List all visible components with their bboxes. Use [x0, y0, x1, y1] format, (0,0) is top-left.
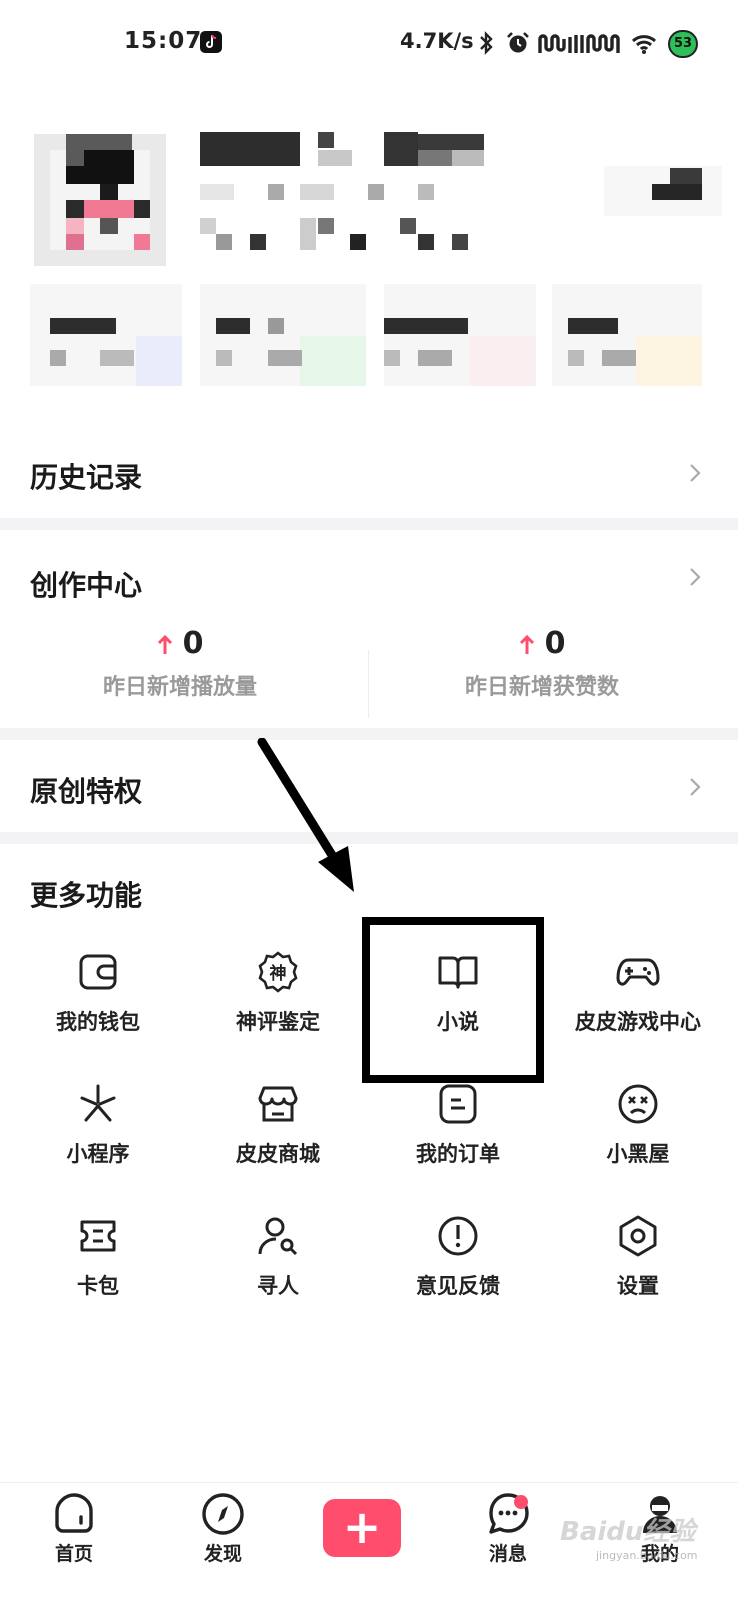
stat-plays[interactable]: 0 昨日新增播放量 — [30, 626, 330, 701]
signal-icon — [586, 33, 626, 59]
feature-orders[interactable]: 我的订单 — [366, 1082, 550, 1168]
more-features-title: 更多功能 — [30, 879, 143, 912]
wallet-icon — [79, 954, 117, 990]
compass-icon — [202, 1493, 244, 1535]
stat-plays-label: 昨日新增播放量 — [102, 675, 257, 700]
feature-wallet[interactable]: 我的钱包 — [6, 950, 190, 1036]
feature-orders-label: 我的订单 — [416, 1142, 500, 1166]
feature-shenping[interactable]: 神 神评鉴定 — [186, 950, 370, 1036]
stat-likes[interactable]: 0 昨日新增获赞数 — [392, 626, 692, 701]
history-title: 历史记录 — [30, 461, 143, 494]
nav-messages[interactable]: 消息 — [448, 1491, 568, 1566]
shop-icon — [258, 1086, 298, 1122]
signal-icon — [538, 33, 584, 59]
battery-badge: 53 — [668, 30, 698, 58]
tiktok-icon — [200, 31, 222, 53]
feature-settings-label: 设置 — [617, 1274, 659, 1298]
chevron-right-icon — [690, 464, 701, 482]
nav-home-label: 首页 — [54, 1543, 93, 1565]
feature-card-pack-label: 卡包 — [77, 1274, 119, 1298]
shen-badge-icon: 神 — [258, 951, 298, 993]
feature-card-pack[interactable]: 卡包 — [6, 1214, 190, 1300]
feature-find-person-label: 寻人 — [257, 1274, 299, 1298]
watermark: Baidu经验 — [560, 1517, 696, 1547]
feature-shenping-label: 神评鉴定 — [236, 1010, 320, 1034]
bottom-nav: 首页 发现 + 消息 我的 Baidu经验 jingyan.baidu.com — [0, 1482, 738, 1600]
dizzy-face-icon — [618, 1084, 658, 1124]
original-privilege-title: 原创特权 — [30, 775, 143, 808]
feature-settings[interactable]: 设置 — [546, 1214, 730, 1300]
message-badge — [514, 1495, 528, 1509]
stat-likes-label: 昨日新增获赞数 — [464, 675, 619, 700]
annotation-arrow — [257, 738, 354, 892]
wifi-icon — [630, 31, 658, 59]
creation-center-title: 创作中心 — [30, 569, 143, 602]
chevron-right-icon — [690, 778, 701, 796]
alarm-icon — [505, 31, 531, 59]
shen-glyph: 神 — [270, 963, 287, 984]
feature-blackroom[interactable]: 小黑屋 — [546, 1082, 730, 1168]
feature-feedback[interactable]: 意见反馈 — [366, 1214, 550, 1300]
feature-shop[interactable]: 皮皮商城 — [186, 1082, 370, 1168]
up-arrow-icon — [519, 634, 534, 654]
gamepad-icon — [616, 958, 660, 986]
section-divider — [0, 728, 738, 740]
status-time: 15:07 — [124, 28, 203, 54]
feature-mini-program[interactable]: 小程序 — [6, 1082, 190, 1168]
home-icon — [55, 1493, 93, 1533]
bluetooth-icon — [478, 31, 494, 59]
watermark-url: jingyan.baidu.com — [596, 1549, 698, 1562]
create-post-button[interactable]: + — [323, 1499, 401, 1557]
annotation-highlight-box — [362, 917, 544, 1083]
nav-discover-label: 发现 — [203, 1543, 242, 1565]
find-person-icon — [258, 1217, 298, 1256]
up-arrow-icon — [157, 634, 172, 654]
nav-home[interactable]: 首页 — [14, 1491, 134, 1566]
feature-shop-label: 皮皮商城 — [236, 1142, 320, 1166]
stat-plays-value: 0 — [182, 626, 204, 661]
nav-messages-label: 消息 — [488, 1543, 527, 1565]
history-row[interactable]: 历史记录 — [0, 420, 738, 520]
stat-likes-value: 0 — [544, 626, 566, 661]
section-divider — [0, 832, 738, 844]
feature-blackroom-label: 小黑屋 — [606, 1142, 670, 1166]
feature-game-center-label: 皮皮游戏中心 — [575, 1010, 701, 1034]
feature-game-center[interactable]: 皮皮游戏中心 — [546, 950, 730, 1036]
stat-separator — [368, 650, 369, 718]
section-divider — [0, 518, 738, 530]
chevron-right-icon — [690, 568, 701, 586]
profile-header-redacted[interactable] — [0, 100, 738, 400]
feature-find-person[interactable]: 寻人 — [186, 1214, 370, 1300]
feature-feedback-label: 意见反馈 — [416, 1274, 500, 1298]
mini-program-icon — [80, 1084, 116, 1122]
plus-icon: + — [342, 1500, 382, 1554]
original-privilege-row[interactable]: 原创特权 — [0, 740, 738, 832]
nav-discover[interactable]: 发现 — [163, 1491, 283, 1566]
feedback-icon — [438, 1216, 478, 1256]
creation-center-row[interactable]: 创作中心 — [0, 530, 738, 628]
status-bar: 15:07 4.7K/s 53 — [0, 0, 738, 90]
settings-icon — [619, 1215, 657, 1257]
network-speed: 4.7K/s — [400, 29, 474, 53]
ticket-icon — [80, 1220, 116, 1252]
feature-mini-program-label: 小程序 — [66, 1142, 130, 1166]
order-icon — [439, 1084, 477, 1124]
feature-wallet-label: 我的钱包 — [56, 1010, 140, 1034]
